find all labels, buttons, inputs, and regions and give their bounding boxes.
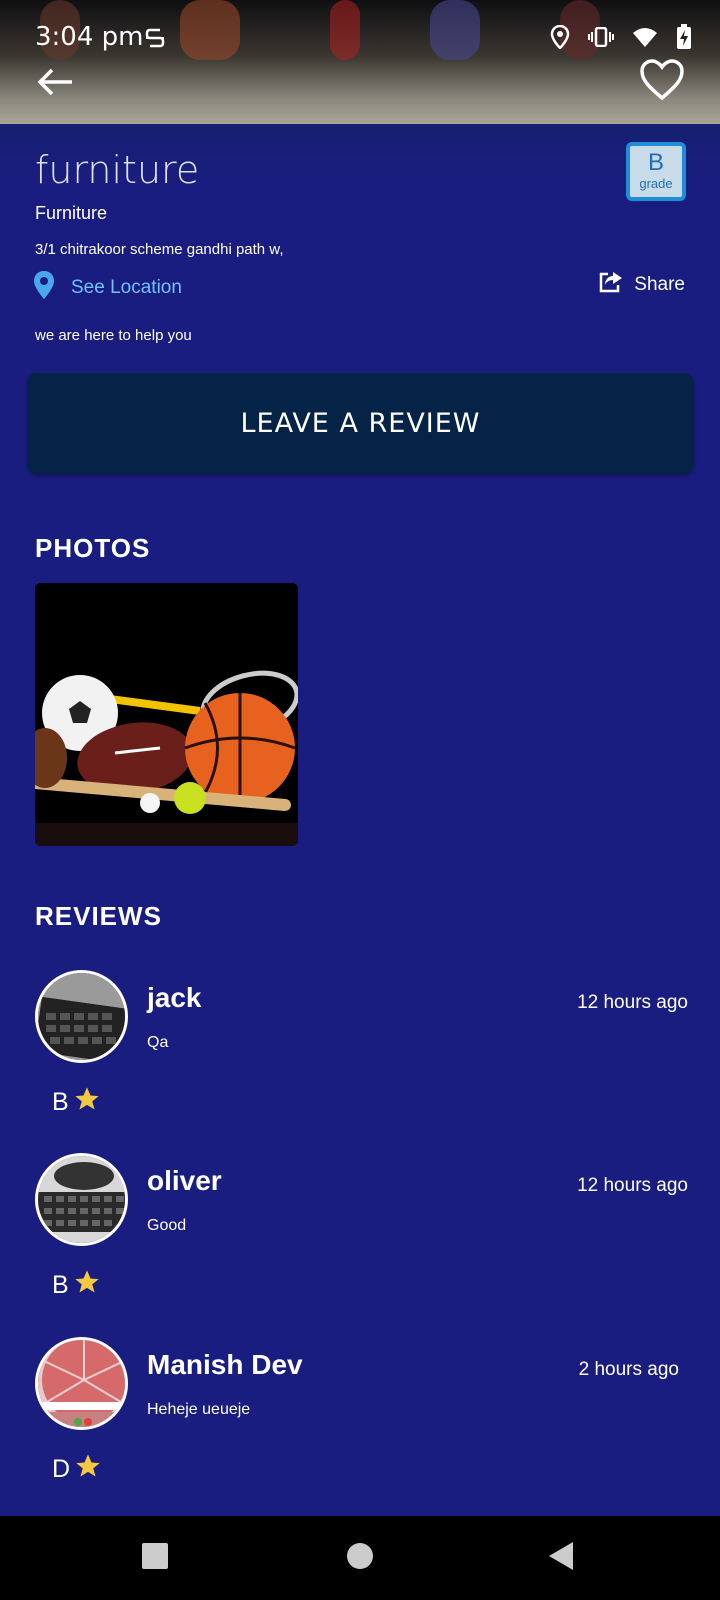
review-item: Manish Dev 2 hours ago Heheje ueueje D xyxy=(0,1337,720,1497)
reviewer-name: oliver xyxy=(147,1165,222,1196)
business-address: 3/1 chitrakoor scheme gandhi path w, xyxy=(35,241,284,258)
review-time: 12 hours ago xyxy=(577,1175,688,1196)
status-time: 3:04 pm xyxy=(35,22,144,52)
reviews-section-title: REVIEWS xyxy=(35,901,162,931)
battery-charging-icon xyxy=(676,24,692,55)
home-button[interactable] xyxy=(315,1516,405,1600)
share-icon xyxy=(598,270,624,300)
reviewer-avatar[interactable] xyxy=(35,970,128,1063)
reviewer-name: jack xyxy=(147,982,202,1013)
review-item: oliver 12 hours ago Good B xyxy=(0,1153,720,1313)
screenshot-icon xyxy=(144,26,166,55)
review-comment: Good xyxy=(147,1217,187,1234)
sports-equipment-photo[interactable] xyxy=(35,583,298,846)
business-tagline: we are here to help you xyxy=(35,327,192,344)
business-title: furniture xyxy=(35,148,200,192)
review-grade: B xyxy=(52,1268,101,1303)
nav-back-button[interactable] xyxy=(516,1516,606,1600)
system-nav-bar xyxy=(0,1516,720,1600)
reviewer-avatar[interactable] xyxy=(35,1153,128,1246)
back-arrow-icon xyxy=(36,68,76,108)
recents-button[interactable] xyxy=(110,1516,200,1600)
review-grade-letter: D xyxy=(52,1455,71,1483)
recents-square-icon xyxy=(141,1542,169,1575)
home-circle-icon xyxy=(346,1542,374,1575)
see-location-label: See Location xyxy=(71,276,182,298)
favorite-button[interactable] xyxy=(638,58,686,102)
review-grade-letter: B xyxy=(52,1271,69,1299)
reviewer-avatar[interactable] xyxy=(35,1337,128,1430)
grade-badge: B grade xyxy=(626,142,686,201)
star-icon xyxy=(73,1085,101,1120)
photos-section-title: PHOTOS xyxy=(35,533,151,563)
share-label: Share xyxy=(634,274,685,295)
map-pin-icon xyxy=(33,270,55,305)
grade-badge-label: grade xyxy=(639,176,673,191)
back-triangle-icon xyxy=(548,1541,574,1576)
star-icon xyxy=(73,1268,101,1303)
leave-review-button[interactable]: LEAVE A REVIEW xyxy=(27,373,694,474)
wifi-icon xyxy=(632,27,658,52)
vibrate-icon xyxy=(588,26,614,52)
review-time: 2 hours ago xyxy=(578,1359,679,1380)
grade-badge-letter: B xyxy=(647,149,664,176)
review-item: jack 12 hours ago Qa B xyxy=(0,970,720,1130)
review-time: 12 hours ago xyxy=(577,992,688,1013)
share-button[interactable]: Share xyxy=(598,270,685,300)
see-location-link[interactable]: See Location xyxy=(33,270,182,305)
review-grade: B xyxy=(52,1085,101,1120)
status-bar: 3:04 pm xyxy=(0,0,720,76)
review-comment: Heheje ueueje xyxy=(147,1401,251,1418)
review-grade: D xyxy=(52,1452,102,1487)
reviewer-name: Manish Dev xyxy=(147,1349,303,1380)
back-button[interactable] xyxy=(36,64,76,104)
location-icon xyxy=(550,24,570,54)
heart-icon xyxy=(638,59,686,106)
star-icon xyxy=(74,1452,102,1487)
review-comment: Qa xyxy=(147,1034,169,1051)
review-grade-letter: B xyxy=(52,1088,69,1116)
business-category: Furniture xyxy=(35,203,108,223)
